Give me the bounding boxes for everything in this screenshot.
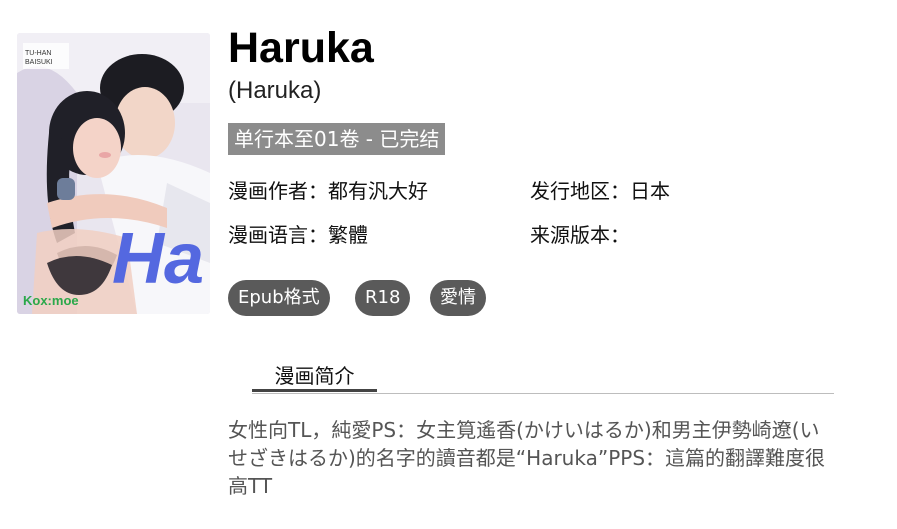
source-info: 来源版本： (530, 223, 630, 247)
tab-intro[interactable]: 漫画简介 (252, 360, 377, 392)
cover-image[interactable]: Ha TU-HAN BAISUKI Kox:moe (17, 33, 210, 314)
tab-divider (252, 393, 834, 394)
tag-r18[interactable]: R18 (355, 280, 411, 316)
cover-badge-top: TU-HAN (25, 50, 51, 57)
language-info: 漫画语言：繁體 (228, 223, 368, 247)
page-title: Haruka (228, 24, 374, 72)
page-subtitle: (Haruka) (228, 77, 322, 104)
cover-logo: Ha (112, 219, 204, 299)
description-text: 女性向TL，純愛PS：女主筧遙香(かけいはるか)和男主伊勢崎遼(いせざきはるか)… (228, 418, 826, 498)
cover-badge-bottom: BAISUKI (25, 59, 53, 66)
status-badge: 单行本至01卷 - 已完结 (228, 123, 446, 155)
cover-illustration: Ha TU-HAN BAISUKI Kox:moe (17, 33, 210, 314)
author-info: 漫画作者：都有汎大好 (228, 179, 428, 203)
cover-watermark: Kox:moe (23, 293, 79, 308)
tag-romance[interactable]: 愛情 (430, 280, 486, 316)
region-info: 发行地区：日本 (530, 179, 670, 203)
tag-epub[interactable]: Epub格式 (228, 280, 330, 316)
